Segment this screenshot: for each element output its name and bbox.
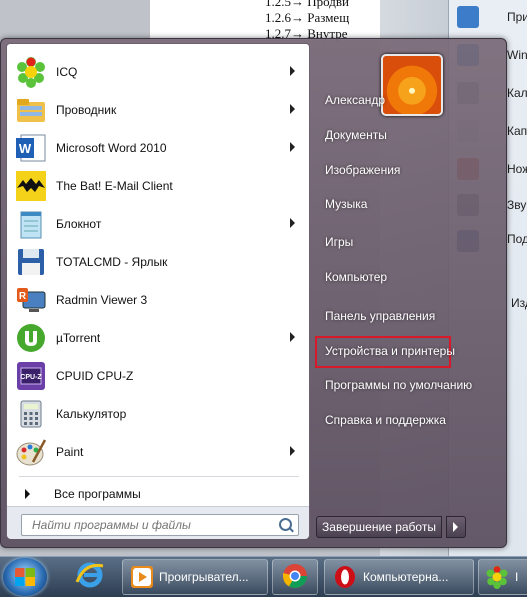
program-label: TOTALCMD - Ярлык [56,255,168,269]
program-label: CPUID CPU-Z [56,369,134,383]
window-item: Зву [507,198,527,212]
program-utorrent[interactable]: µTorrent [11,320,305,356]
program-label: Radmin Viewer 3 [56,293,148,307]
utorrent-icon [15,322,47,354]
taskbar-item-chrome[interactable] [272,559,318,595]
chrome-icon [282,563,308,592]
notepad-icon [15,208,47,240]
taskbar-item-icq[interactable]: I [478,559,527,595]
shutdown-options-arrow-icon[interactable] [446,516,466,538]
bat-icon [15,170,47,202]
submenu-arrow-icon[interactable] [290,142,295,152]
program-label: ICQ [56,65,78,79]
taskbar: Проигрывател... Компьютерна... I [0,556,527,597]
submenu-arrow-icon[interactable] [290,446,295,456]
internet-explorer-icon [75,560,105,593]
calculator-icon [15,398,47,430]
program-notepad[interactable]: Блокнот [11,206,305,242]
program-calculator[interactable]: Калькулятор [11,396,305,432]
triangle-right-icon [25,489,30,499]
word-icon: W [15,132,47,164]
cpuz-icon: CPU-Z [15,360,47,392]
link-pictures[interactable]: Изображения [325,163,400,177]
taskbar-item-opera[interactable]: Компьютерна... [324,559,474,595]
svg-text:W: W [19,141,32,156]
link-games[interactable]: Игры [325,235,353,249]
program-totalcmd[interactable]: TOTALCMD - Ярлык [11,244,305,280]
program-cpuz[interactable]: CPU-Z CPUID CPU-Z [11,358,305,394]
link-user[interactable]: Александр [325,93,385,107]
program-paint[interactable]: Paint [11,434,305,470]
radmin-icon: R [15,284,47,316]
start-orb-icon[interactable] [3,558,47,596]
window-item: Капи [507,124,527,138]
program-label: The Bat! E-Mail Client [56,179,173,193]
taskbar-item-media-player[interactable]: Проигрывател... [122,559,268,595]
program-label: Калькулятор [56,407,127,421]
shutdown-button[interactable]: Завершение работы [316,516,442,538]
search-input[interactable] [30,515,274,535]
user-picture[interactable] [381,54,443,116]
program-word[interactable]: W Microsoft Word 2010 [11,130,305,166]
submenu-arrow-icon[interactable] [290,332,295,342]
link-documents[interactable]: Документы [325,128,387,142]
taskbar-item-label: I [515,570,519,584]
icq-flower-icon [485,565,509,589]
floppy-disk-icon [15,246,47,278]
program-radmin[interactable]: R Radmin Viewer 3 [11,282,305,318]
link-help-support[interactable]: Справка и поддержка [325,413,446,427]
program-label: Блокнот [56,217,102,231]
search-box[interactable] [21,514,299,536]
svg-text:R: R [19,291,27,302]
all-programs-label: Все программы [54,487,141,501]
programs-pane: ICQ Проводник W Microsoft Word 2010 The … [6,43,310,539]
opera-icon [333,565,357,589]
app-icon [457,6,479,28]
program-label: Проводник [56,103,117,117]
all-programs-button[interactable]: Все программы [11,482,305,506]
link-devices-printers[interactable]: Устройства и принтеры [325,344,455,358]
window-item: Кал [507,86,527,100]
submenu-arrow-icon[interactable] [290,66,295,76]
paint-palette-icon [15,436,47,468]
window-item: Нож [507,162,527,176]
doc-line: 1.2.5→ Продви [265,0,349,9]
start-menu: ICQ Проводник W Microsoft Word 2010 The … [0,38,507,548]
explorer-folder-icon [15,94,47,126]
program-the-bat[interactable]: The Bat! E-Mail Client [11,168,305,204]
program-explorer[interactable]: Проводник [11,92,305,128]
divider [19,476,299,477]
window-item: Под [507,232,527,246]
taskbar-item-label: Компьютерна... [363,570,449,584]
program-label: Paint [56,445,84,459]
link-control-panel[interactable]: Панель управления [325,309,435,323]
program-label: Microsoft Word 2010 [56,141,167,155]
link-music[interactable]: Музыка [325,197,367,211]
svg-text:CPU-Z: CPU-Z [20,374,42,381]
link-default-programs[interactable]: Программы по умолчанию [325,378,472,392]
media-player-icon [131,566,153,588]
search-icon[interactable] [279,518,292,531]
doc-line: 1.2.6→ Размещ [265,10,350,25]
window-item: При [507,10,527,24]
search-area [7,506,309,539]
submenu-arrow-icon[interactable] [290,218,295,228]
taskbar-item-ie[interactable] [70,559,110,593]
window-item: Изд [511,296,527,310]
program-label: µTorrent [56,331,101,345]
program-icq[interactable]: ICQ [11,54,305,90]
submenu-arrow-icon[interactable] [290,104,295,114]
link-computer[interactable]: Компьютер [325,270,387,284]
taskbar-item-label: Проигрывател... [159,570,249,584]
icq-flower-icon [15,56,47,88]
window-item: Wind [507,48,527,62]
